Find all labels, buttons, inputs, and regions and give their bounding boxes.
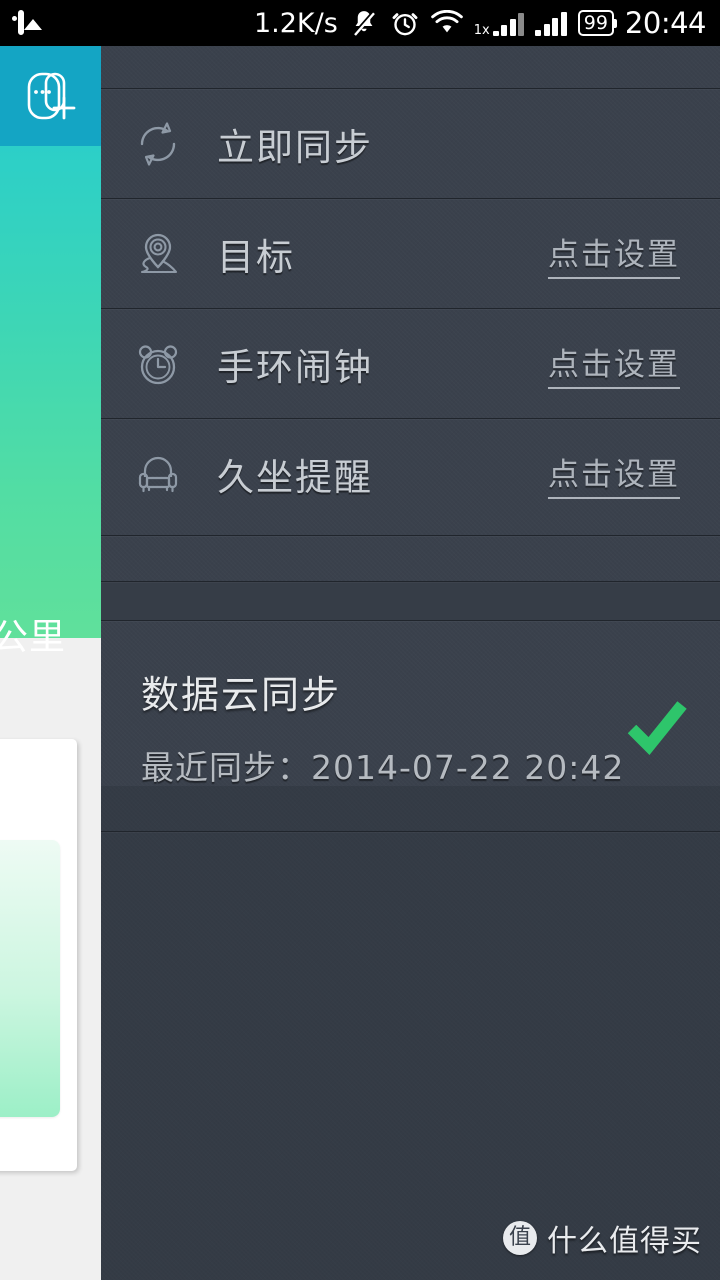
background-card (0, 739, 77, 1171)
smzdm-logo-icon: 值 (503, 1221, 537, 1255)
cloud-sync-card[interactable]: 数据云同步 最近同步：2014-07-22 20:42 (101, 621, 720, 831)
onex-data-icon: 1x (474, 10, 525, 37)
background-card-chart-area (0, 840, 60, 1117)
background-app-screen[interactable]: 公里 (0, 46, 101, 1280)
alarm-clock-icon (390, 8, 420, 38)
menu-item-goal[interactable]: 目标 点击设置 (101, 199, 720, 309)
battery-indicator: 99 (577, 10, 618, 36)
fitness-band-add-icon (17, 62, 85, 130)
menu-item-action-link[interactable]: 点击设置 (548, 229, 680, 279)
menu-item-label: 手环闹钟 (217, 346, 373, 389)
sync-refresh-icon (125, 118, 191, 170)
menu-item-band-alarm[interactable]: 手环闹钟 点击设置 (101, 309, 720, 419)
divider-5 (101, 581, 720, 582)
menu-item-label: 久坐提醒 (217, 456, 373, 499)
bell-muted-icon (349, 8, 379, 38)
phone-screen: 1.2K/s 1x 99 20:44 公里 立即同步 目标 点击设置 手环闹钟 … (0, 0, 720, 1280)
menu-item-sync-now[interactable]: 立即同步 (101, 89, 720, 199)
menu-item-action-link[interactable]: 点击设置 (548, 339, 680, 389)
distance-unit-label: 公里 (0, 617, 67, 658)
signal-bars-icon (535, 10, 567, 36)
status-bar: 1.2K/s 1x 99 20:44 (0, 0, 720, 46)
band-header-strip (0, 46, 101, 146)
settings-panel: 立即同步 目标 点击设置 手环闹钟 点击设置 久坐提醒 点击设置 数据云同步 最… (101, 46, 720, 1280)
status-bar-right: 1.2K/s 1x 99 20:44 (253, 0, 707, 46)
section-spacer (101, 582, 720, 620)
menu-item-label: 目标 (217, 236, 295, 279)
map-pin-target-icon (125, 228, 191, 280)
menu-item-action-link[interactable]: 点击设置 (548, 449, 680, 499)
armchair-icon (125, 448, 191, 500)
wifi-icon (430, 9, 463, 36)
watermark-text: 什么值得买 (547, 1224, 702, 1259)
alarm-clock-icon (125, 338, 191, 390)
green-check-icon (626, 699, 688, 755)
menu-item-sedentary-reminder[interactable]: 久坐提醒 点击设置 (101, 419, 720, 529)
cloud-sync-title: 数据云同步 (141, 673, 342, 717)
menu-item-label: 立即同步 (217, 126, 373, 169)
status-bar-clock: 20:44 (624, 6, 707, 40)
watermark: 值 什么值得买 (503, 1216, 702, 1260)
cloud-sync-last-sync: 最近同步：2014-07-22 20:42 (141, 748, 625, 787)
onex-signal-bars (492, 10, 525, 36)
divider-4 (101, 535, 720, 536)
network-speed-label: 1.2K/s (253, 7, 338, 39)
divider-7 (101, 831, 720, 832)
background-gradient-panel (0, 146, 101, 638)
